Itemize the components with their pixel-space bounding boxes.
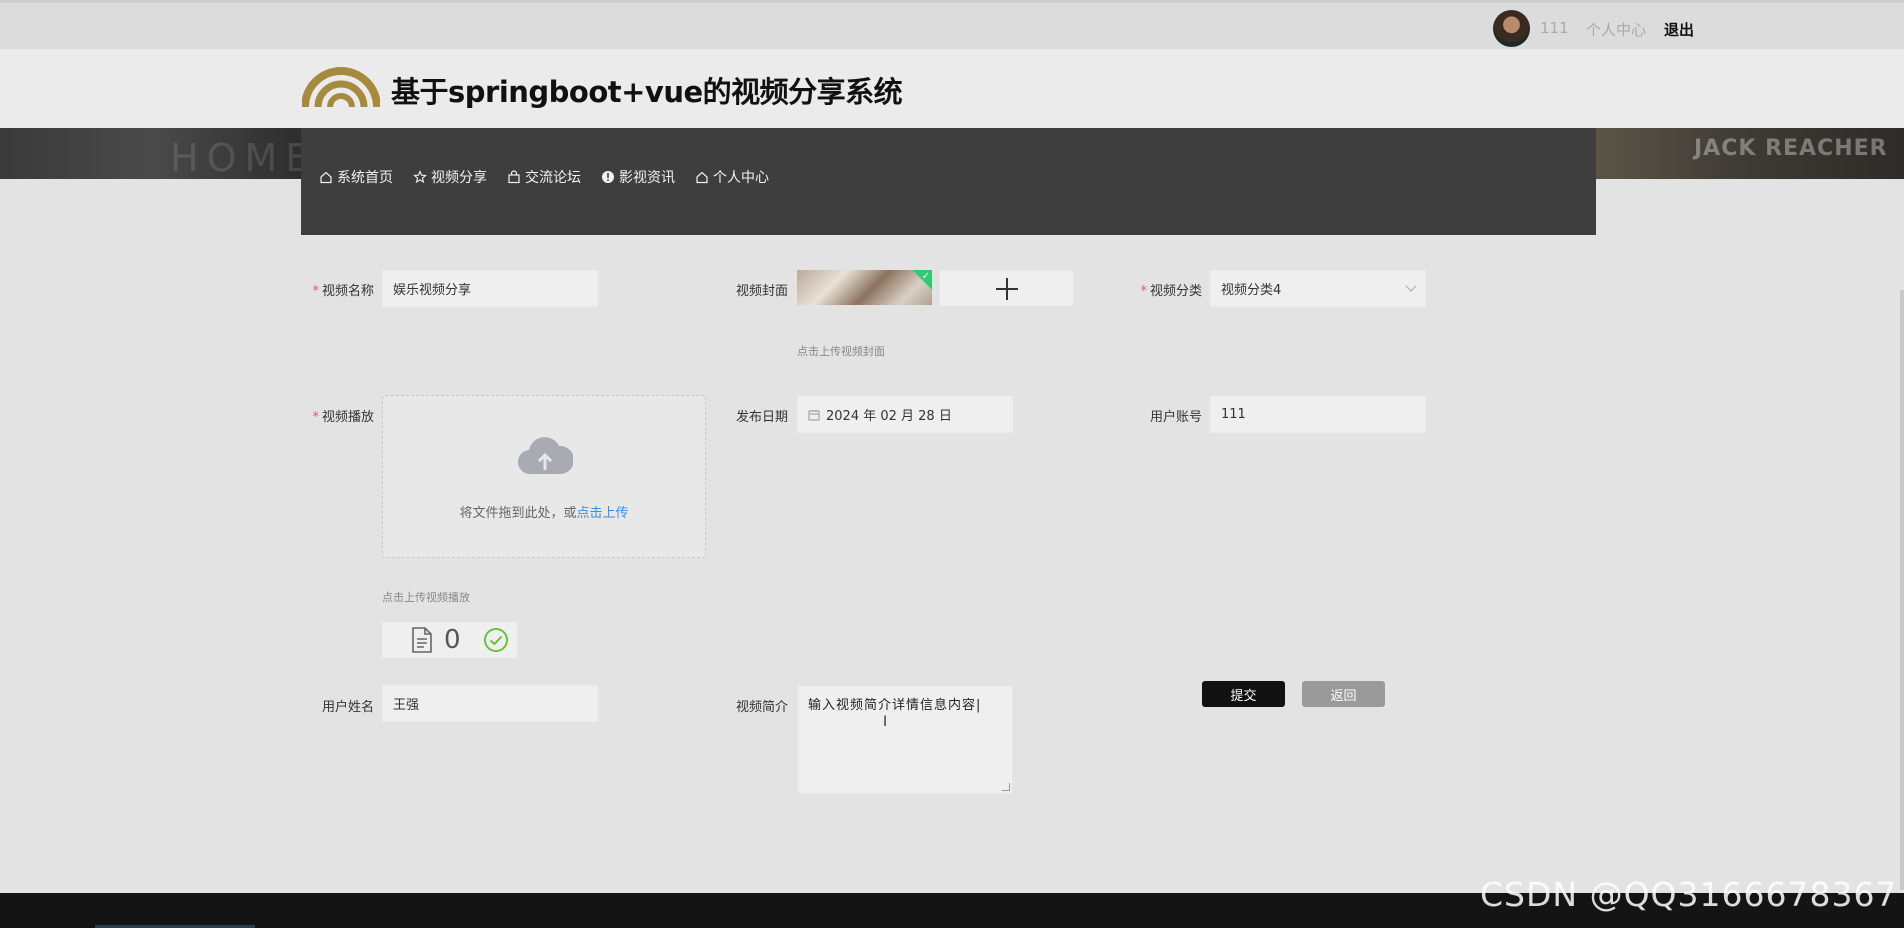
user-account-label: 用户账号 [1149, 410, 1202, 425]
video-cover-label: 视频封面 [735, 284, 788, 299]
user-name-label: 用户姓名 [321, 700, 374, 715]
publish-date-label: 发布日期 [735, 410, 788, 425]
scrollbar[interactable] [1900, 290, 1904, 890]
chevron-down-icon [1405, 280, 1417, 292]
avatar[interactable] [1493, 10, 1530, 47]
banner-home-text: HOME [170, 136, 318, 179]
calendar-icon [808, 409, 820, 420]
video-play-label: * 视频播放 [312, 410, 374, 425]
selected-category: 视频分类4 [1221, 283, 1282, 298]
publish-date-value: 2024 年 02 月 28 日 [826, 409, 952, 424]
submit-button[interactable]: 提交 [1202, 681, 1285, 707]
video-name-label: * 视频名称 [312, 284, 374, 299]
nav-item-news[interactable]: 影视资讯 [601, 167, 675, 187]
nav-item-home[interactable]: 系统首页 [319, 167, 393, 187]
video-category-select[interactable]: 视频分类4 [1210, 270, 1426, 307]
nav-item-video-share[interactable]: 视频分享 [413, 167, 487, 187]
top-bar: 111 个人中心 退出 [0, 0, 1904, 49]
username: 111 [1540, 19, 1569, 37]
video-intro-value: 输入视频简介详情信息内容| [808, 698, 982, 713]
nav-item-label: 个人中心 [713, 170, 769, 186]
video-play-hint: 点击上传视频播放 [382, 591, 470, 604]
video-name-input[interactable]: 娱乐视频分享 [382, 270, 598, 307]
nav-item-label: 影视资讯 [619, 170, 675, 186]
home-icon [696, 171, 708, 184]
nav-item-forum[interactable]: 交流论坛 [507, 167, 581, 187]
click-upload-link[interactable]: 点击上传 [577, 506, 629, 521]
cover-thumbnail[interactable]: ✓ [797, 270, 932, 305]
add-cover-button[interactable] [939, 270, 1074, 307]
uploaded-file-item[interactable]: 0 [382, 622, 517, 658]
home-icon [320, 171, 332, 184]
cover-hint: 点击上传视频封面 [797, 345, 885, 358]
info-icon [602, 171, 614, 183]
text-cursor-icon: I [883, 714, 888, 730]
document-icon [412, 627, 432, 653]
site-header: 基于springboot+vue的视频分享系统 [0, 49, 1904, 128]
logo-icon [302, 67, 380, 108]
watermark: CSDN @QQ3166678367 [1480, 875, 1898, 914]
user-name-input[interactable]: 王强 [382, 685, 598, 722]
back-button[interactable]: 返回 [1302, 681, 1385, 707]
personal-center-link[interactable]: 个人中心 [1586, 19, 1646, 40]
dropzone-text: 将文件拖到此处，或点击上传 [459, 506, 629, 521]
cloud-upload-icon [518, 437, 573, 475]
check-circle-icon [483, 628, 508, 652]
plus-icon [995, 277, 1018, 300]
main-nav: 系统首页 视频分享 交流论坛 影视资讯 个人中心 [301, 128, 1596, 235]
bag-icon [508, 170, 520, 184]
nav-item-label: 系统首页 [337, 170, 393, 186]
video-upload-dropzone[interactable]: 将文件拖到此处，或点击上传 [382, 395, 706, 558]
banner-poster-text: JACK REACHER [1694, 136, 1888, 161]
resize-handle[interactable] [1002, 783, 1010, 791]
video-intro-textarea[interactable]: 输入视频简介详情信息内容| [797, 685, 1013, 794]
video-intro-label: 视频简介 [735, 700, 788, 715]
star-icon [413, 170, 427, 184]
publish-date-picker[interactable]: 2024 年 02 月 28 日 [797, 396, 1013, 433]
nav-item-label: 视频分享 [431, 170, 487, 186]
file-name: 0 [444, 625, 461, 655]
user-account-input[interactable]: 111 [1210, 396, 1426, 433]
site-title: 基于springboot+vue的视频分享系统 [391, 75, 903, 109]
nav-item-personal[interactable]: 个人中心 [695, 167, 769, 187]
nav-item-label: 交流论坛 [525, 170, 581, 186]
video-category-label: * 视频分类 [1140, 284, 1202, 299]
check-icon: ✓ [921, 271, 930, 282]
logout-link[interactable]: 退出 [1664, 19, 1694, 40]
